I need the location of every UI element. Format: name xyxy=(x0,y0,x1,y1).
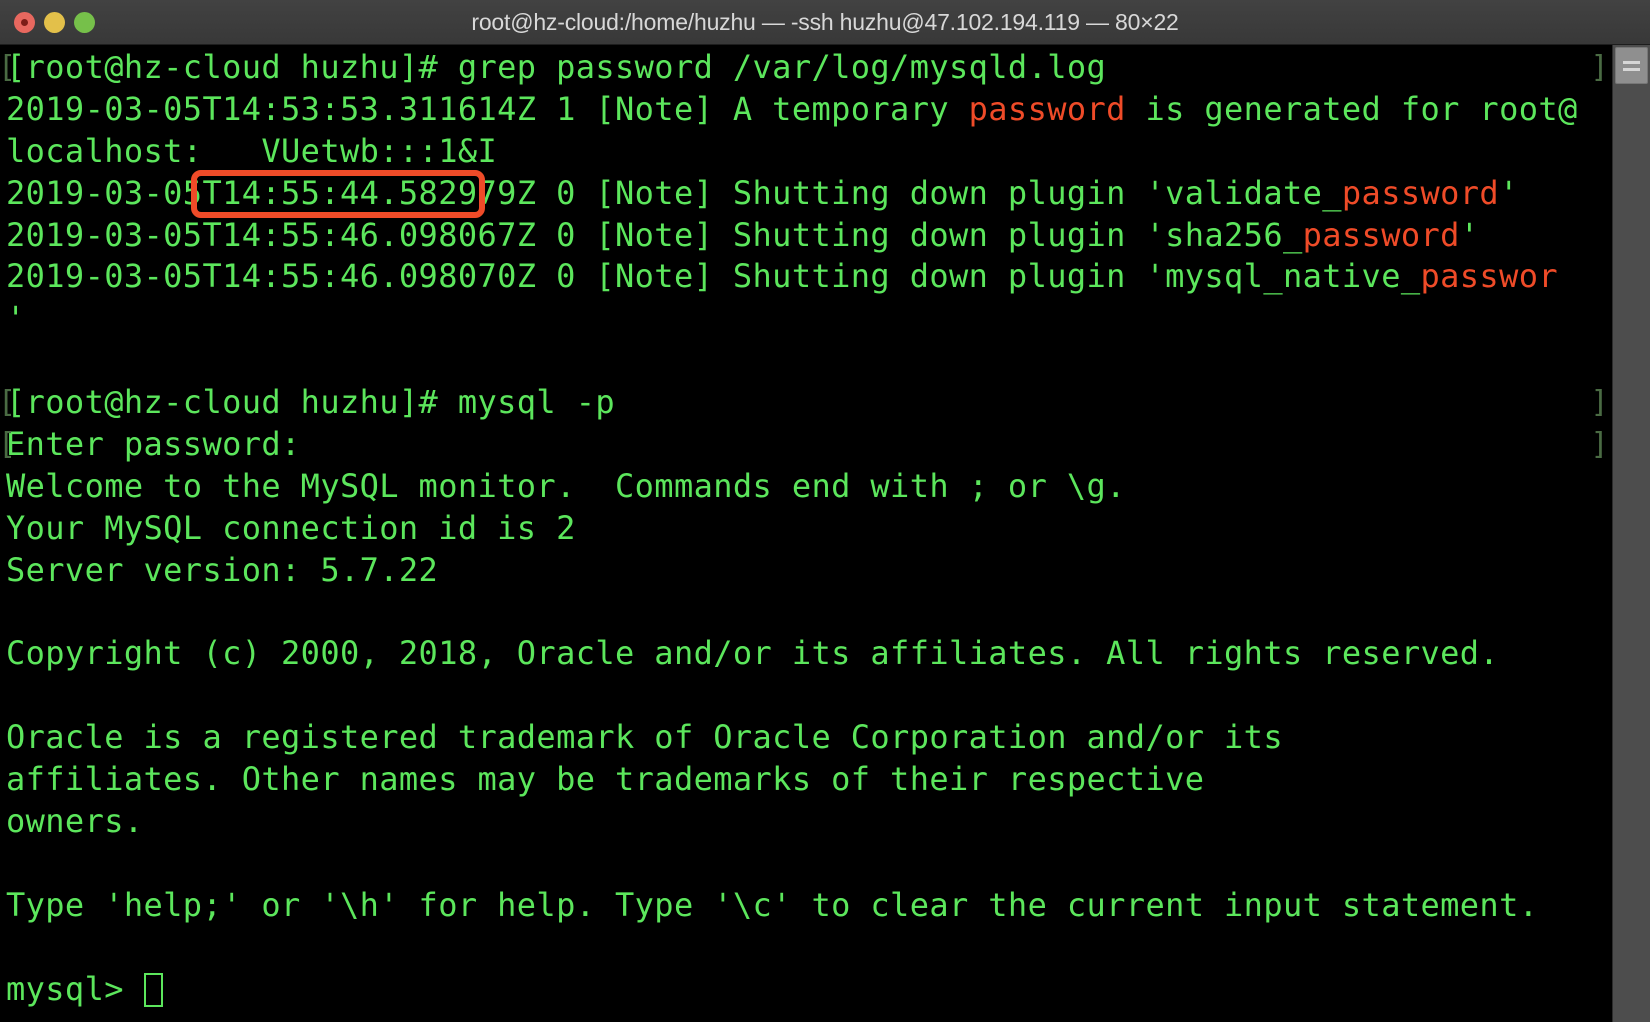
row-temp-password-2: localhost: VUetwb:::1&I xyxy=(0,131,1613,173)
row-blank-4 xyxy=(0,843,1613,885)
row-shutdown-wrap: ' xyxy=(0,298,1613,340)
row-blank-3 xyxy=(0,675,1613,717)
terminal-text: [root@hz-cloud huzhu]# grep password /va… xyxy=(6,48,1107,86)
window-title-bar[interactable]: root@hz-cloud:/home/huzhu — -ssh huzhu@4… xyxy=(0,0,1650,45)
terminal-text: affiliates. Other names may be trademark… xyxy=(6,760,1205,799)
text-cursor xyxy=(143,972,163,1007)
terminal-text: mysql> xyxy=(6,969,144,1008)
terminal-body[interactable]: [[root@hz-cloud huzhu]# grep password /v… xyxy=(0,45,1650,1022)
terminal-text: Enter password: xyxy=(6,425,321,464)
row-shutdown-mysql-native-password: 2019-03-05T14:55:46.098070Z 0 [Note] Shu… xyxy=(0,256,1613,298)
grep-match-text: passwor xyxy=(1420,257,1559,296)
row-blank-2 xyxy=(0,592,1613,634)
grep-match-text: password xyxy=(1341,173,1500,212)
row-shutdown-validate-password: 2019-03-05T14:55:44.582979Z 0 [Note] Shu… xyxy=(0,173,1613,215)
row-trademark-2: affiliates. Other names may be trademark… xyxy=(0,759,1613,801)
row-trademark-3: owners. xyxy=(0,801,1613,843)
minimize-window-button[interactable] xyxy=(44,11,65,33)
terminal-text: ' xyxy=(6,299,26,338)
scrollbar-grip-line xyxy=(1623,60,1640,64)
maximize-window-button[interactable] xyxy=(74,11,95,33)
scrollbar-grip-line xyxy=(1623,67,1640,71)
close-window-button[interactable] xyxy=(14,11,35,33)
prompt-mark-right-icon: ] xyxy=(1590,385,1609,421)
terminal-text: ' xyxy=(1499,173,1519,212)
row-enter-password: [Enter password: ] xyxy=(0,424,1613,466)
grep-match-text: password xyxy=(968,89,1126,128)
vertical-scrollbar[interactable] xyxy=(1612,45,1650,1022)
row-blank-5 xyxy=(0,927,1613,969)
terminal-text: 2019-03-05T14:55:46.098070Z 0 [Note] Shu… xyxy=(6,257,1421,296)
terminal-text: Copyright (c) 2000, 2018, Oracle and/or … xyxy=(6,634,1500,673)
terminal-text: 2019-03-05T14:53:53.311614Z 1 [Note] A t… xyxy=(6,89,969,128)
terminal-screen[interactable]: [[root@hz-cloud huzhu]# grep password /v… xyxy=(0,45,1613,1022)
terminal-text: Server version: 5.7.22 xyxy=(6,550,439,589)
row-mysql-command: [[root@hz-cloud huzhu]# mysql -p] xyxy=(0,382,1613,424)
window-title: root@hz-cloud:/home/huzhu — -ssh huzhu@4… xyxy=(471,8,1179,35)
scrollbar-thumb[interactable] xyxy=(1615,47,1648,84)
row-welcome: Welcome to the MySQL monitor. Commands e… xyxy=(0,466,1613,508)
terminal-text: Oracle is a registered trademark of Orac… xyxy=(6,718,1283,757)
row-connection-id: Your MySQL connection id is 2 xyxy=(0,508,1613,550)
row-server-version: Server version: 5.7.22 xyxy=(0,550,1613,592)
terminal-text: is generated for root@ xyxy=(1125,89,1578,128)
terminal-text: Your MySQL connection id is 2 xyxy=(6,508,576,547)
row-temp-password-1: 2019-03-05T14:53:53.311614Z 1 [Note] A t… xyxy=(0,89,1613,131)
traffic-light-controls xyxy=(14,0,95,44)
row-grep-command: [[root@hz-cloud huzhu]# grep password /v… xyxy=(0,47,1613,89)
terminal-text: Welcome to the MySQL monitor. Commands e… xyxy=(6,466,1126,505)
row-trademark-1: Oracle is a registered trademark of Orac… xyxy=(0,717,1613,759)
terminal-text: owners. xyxy=(6,802,144,841)
row-mysql-prompt: mysql> xyxy=(0,969,1613,1011)
terminal-text: 2019-03-05T14:55:46.098067Z 0 [Note] Shu… xyxy=(6,215,1303,254)
prompt-mark-right-icon: ] xyxy=(1590,50,1609,85)
row-help-hint: Type 'help;' or '\h' for help. Type '\c'… xyxy=(0,885,1613,927)
grep-match-text: password xyxy=(1302,215,1460,254)
row-blank-1 xyxy=(0,340,1613,382)
prompt-mark-right-icon: ] xyxy=(1590,427,1609,463)
terminal-window: root@hz-cloud:/home/huzhu — -ssh huzhu@4… xyxy=(0,0,1650,1022)
terminal-text: ' xyxy=(1459,215,1480,254)
terminal-text: localhost: VUetwb:::1&I xyxy=(6,131,498,170)
terminal-text: Type 'help;' or '\h' for help. Type '\c'… xyxy=(6,885,1539,924)
row-shutdown-sha256-password: 2019-03-05T14:55:46.098067Z 0 [Note] Shu… xyxy=(0,215,1613,257)
row-copyright: Copyright (c) 2000, 2018, Oracle and/or … xyxy=(0,633,1613,675)
terminal-text: 2019-03-05T14:55:44.582979Z 0 [Note] Shu… xyxy=(6,173,1342,212)
terminal-text: [root@hz-cloud huzhu]# mysql -p xyxy=(6,383,616,422)
